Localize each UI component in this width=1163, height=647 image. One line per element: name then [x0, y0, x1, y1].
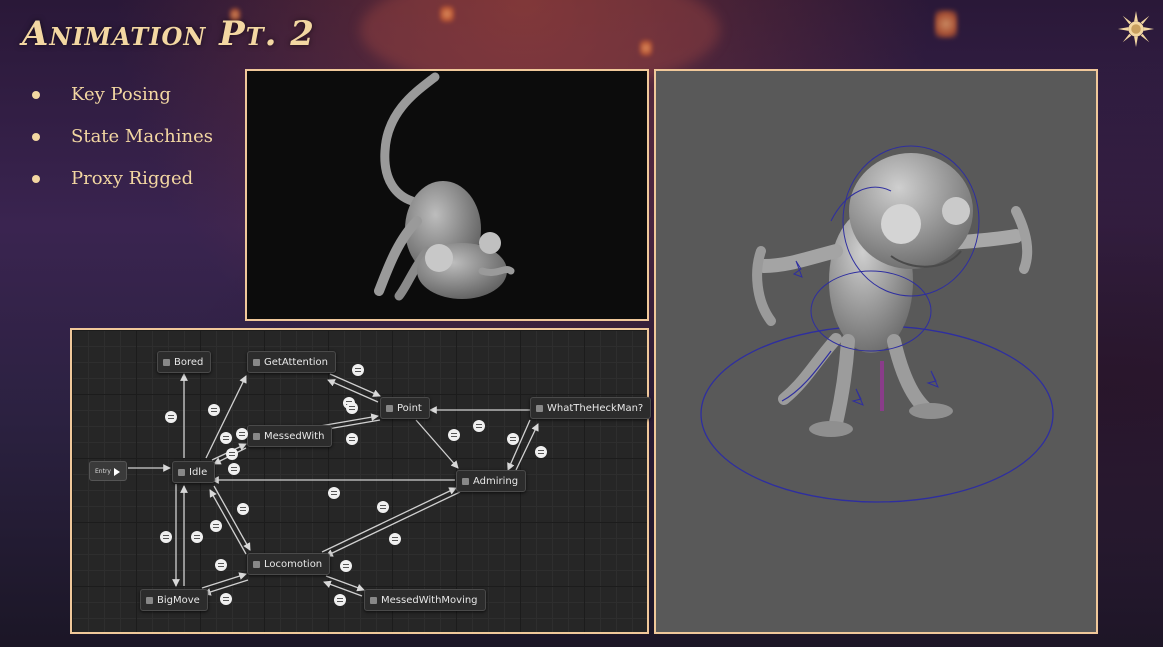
- pose-viewport: [245, 69, 649, 321]
- state-node-icon: [163, 359, 170, 366]
- lantern-decoration: [640, 40, 652, 56]
- state-node-big-move[interactable]: BigMove: [140, 589, 208, 611]
- node-label: GetAttention: [264, 357, 328, 368]
- transition-rule-icon[interactable]: [507, 433, 519, 445]
- transition-rule-icon[interactable]: [346, 433, 358, 445]
- state-node-icon: [462, 478, 469, 485]
- bullet-list: Key Posing State Machines Proxy Rigged: [30, 82, 213, 208]
- transition-rule-icon[interactable]: [389, 533, 401, 545]
- bullet-item: Key Posing: [30, 82, 213, 124]
- node-label: Locomotion: [264, 559, 323, 570]
- node-label: MessedWith: [264, 431, 325, 442]
- transition-rule-icon[interactable]: [226, 448, 238, 460]
- transition-rule-icon[interactable]: [535, 446, 547, 458]
- transition-rule-icon[interactable]: [215, 559, 227, 571]
- transition-rule-icon[interactable]: [236, 428, 248, 440]
- transition-rule-icon[interactable]: [228, 463, 240, 475]
- bullet-item: Proxy Rigged: [30, 166, 213, 208]
- state-node-locomotion[interactable]: Locomotion: [247, 553, 331, 575]
- state-node-icon: [370, 597, 377, 604]
- transition-rule-icon[interactable]: [208, 404, 220, 416]
- state-node-bored[interactable]: Bored: [157, 351, 212, 373]
- state-node-icon: [253, 561, 260, 568]
- transition-rule-icon[interactable]: [328, 487, 340, 499]
- node-label: Bored: [174, 357, 204, 368]
- state-node-icon: [178, 469, 185, 476]
- lantern-decoration: [440, 6, 454, 22]
- state-node-icon: [536, 405, 543, 412]
- state-node-messed-with[interactable]: MessedWith: [247, 425, 333, 447]
- play-icon: [114, 468, 120, 476]
- chameleon-rig-render: [700, 145, 1054, 503]
- state-node-idle[interactable]: Idle: [172, 461, 216, 483]
- transition-rule-icon[interactable]: [352, 364, 364, 376]
- state-node-point[interactable]: Point: [380, 397, 430, 419]
- entry-node[interactable]: Entry: [89, 461, 127, 481]
- transition-rule-icon[interactable]: [334, 594, 346, 606]
- slide-title: Animation Pt. 2: [22, 14, 315, 54]
- entry-label: Entry: [95, 468, 111, 475]
- bullet-dot: [32, 175, 40, 183]
- rig-viewport: [654, 69, 1098, 634]
- state-node-icon: [253, 433, 260, 440]
- state-node-icon: [146, 597, 153, 604]
- state-node-admiring[interactable]: Admiring: [456, 470, 527, 492]
- state-node-icon: [386, 405, 393, 412]
- state-node-messed-with-moving[interactable]: MessedWithMoving: [364, 589, 486, 611]
- transition-rule-icon[interactable]: [377, 501, 389, 513]
- lantern-decoration: [935, 10, 957, 38]
- bullet-label: Proxy Rigged: [71, 168, 194, 189]
- node-label: WhatTheHeckMan?: [547, 403, 644, 414]
- bullet-item: State Machines: [30, 124, 213, 166]
- transition-rule-icon[interactable]: [346, 402, 358, 414]
- bullet-dot: [32, 91, 40, 99]
- bullet-label: Key Posing: [71, 84, 171, 105]
- transition-rule-icon[interactable]: [160, 531, 172, 543]
- transition-rule-icon[interactable]: [220, 432, 232, 444]
- node-label: Point: [397, 403, 422, 414]
- node-label: MessedWithMoving: [381, 595, 478, 606]
- node-label: Admiring: [473, 476, 519, 487]
- transition-rule-icon[interactable]: [340, 560, 352, 572]
- sun-emblem-icon: [1117, 10, 1155, 48]
- chameleon-pose-render: [374, 72, 515, 301]
- transition-rule-icon[interactable]: [237, 503, 249, 515]
- state-node-icon: [253, 359, 260, 366]
- transition-rule-icon[interactable]: [473, 420, 485, 432]
- node-label: Idle: [189, 467, 208, 478]
- node-label: BigMove: [157, 595, 200, 606]
- transition-rule-icon[interactable]: [210, 520, 222, 532]
- state-node-what-the-heck-man[interactable]: WhatTheHeckMan?: [530, 397, 652, 419]
- transition-rule-icon[interactable]: [220, 593, 232, 605]
- transition-rule-icon[interactable]: [191, 531, 203, 543]
- state-node-get-attention[interactable]: GetAttention: [247, 351, 336, 373]
- transition-rule-icon[interactable]: [165, 411, 177, 423]
- bullet-dot: [32, 133, 40, 141]
- bullet-label: State Machines: [71, 126, 213, 147]
- transition-rule-icon[interactable]: [448, 429, 460, 441]
